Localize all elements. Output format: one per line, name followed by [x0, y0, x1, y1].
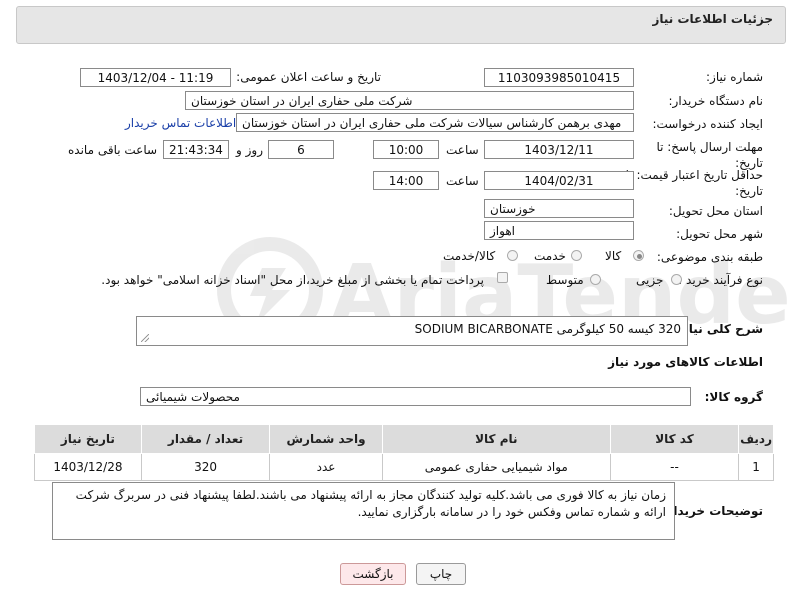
cell-quantity: 320	[140, 453, 271, 481]
requester-field: مهدی برهمن کارشناس سیالات شرکت ملی حفاری…	[236, 113, 634, 132]
announce-datetime-field: 1403/12/04 - 11:19	[80, 68, 231, 87]
city-field: اهواز	[484, 221, 634, 240]
deadline-time-field: 10:00	[373, 140, 439, 159]
buyer-org-field: شرکت ملی حفاری ایران در استان خوزستان	[185, 91, 634, 110]
buyer-notes-text: زمان نیاز به کالا فوری می باشد.کلیه تولی…	[75, 488, 666, 519]
category-option-service: خدمت	[534, 249, 566, 263]
category-radio-goods[interactable]	[633, 250, 644, 261]
purchase-option-minor: جزیی	[636, 273, 664, 287]
requester-label: ایجاد کننده درخواست:	[652, 117, 763, 131]
category-radio-service[interactable]	[571, 250, 582, 261]
col-row-number: ردیف	[738, 424, 774, 454]
days-remaining-field: 6	[268, 140, 334, 159]
validity-time-label: ساعت	[446, 174, 479, 188]
cell-row-number: 1	[738, 453, 774, 481]
purchase-type-label: نوع فرآیند خرید :	[678, 273, 763, 287]
province-field: خوزستان	[484, 199, 634, 218]
city-label: شهر محل تحویل:	[676, 227, 763, 241]
treasury-payment-note: پرداخت تمام یا بخشی از مبلغ خرید،از محل …	[101, 273, 484, 287]
cell-goods-name: مواد شیمیایی حفاری عمومی	[381, 453, 611, 481]
need-number-label: شماره نیاز:	[706, 70, 763, 84]
print-button[interactable]: چاپ	[416, 563, 466, 585]
cell-goods-code: --	[609, 453, 740, 481]
deadline-time-label: ساعت	[446, 143, 479, 157]
province-label: استان محل تحویل:	[668, 204, 763, 218]
category-option-goods-service: کالا/خدمت	[443, 249, 496, 263]
remaining-time-field: 21:43:34	[163, 140, 229, 159]
announce-datetime-label: تاریخ و ساعت اعلان عمومی:	[236, 70, 381, 84]
page-title: جزئیات اطلاعات نیاز	[652, 12, 773, 26]
purchase-option-medium: متوسط	[546, 273, 584, 287]
buyer-contact-link[interactable]: اطلاعات تماس خریدار	[125, 116, 236, 130]
goods-table-header: ردیف کد کالا نام کالا واحد شمارش تعداد /…	[34, 424, 774, 454]
cell-need-date: 1403/12/28	[34, 453, 142, 481]
category-radio-goods-service[interactable]	[507, 250, 518, 261]
table-row: 1 -- مواد شیمیایی حفاری عمومی عدد 320 14…	[34, 453, 774, 481]
category-option-goods: کالا	[605, 249, 622, 263]
goods-table: ردیف کد کالا نام کالا واحد شمارش تعداد /…	[34, 424, 774, 481]
goods-group-label: گروه کالا:	[704, 390, 763, 404]
need-number-field: 1103093985010415	[484, 68, 634, 87]
days-label: روز و	[236, 143, 263, 157]
col-quantity: تعداد / مقدار	[140, 424, 271, 454]
buyer-notes-textarea[interactable]: زمان نیاز به کالا فوری می باشد.کلیه تولی…	[52, 482, 675, 540]
validity-time-field: 14:00	[373, 171, 439, 190]
col-goods-name: نام کالا	[381, 424, 611, 454]
deadline-date-field: 1403/12/11	[484, 140, 634, 159]
resize-handle-icon[interactable]	[141, 334, 149, 342]
description-textarea[interactable]: 320 کیسه 50 کیلوگرمی SODIUM BICARBONATE	[136, 316, 688, 346]
validity-label: حداقل تاریخ اعتبار قیمت: تا تاریخ:	[625, 168, 763, 198]
goods-group-field: محصولات شیمیائی	[140, 387, 691, 406]
cell-unit: عدد	[269, 453, 383, 481]
category-label: طبقه بندی موضوعی:	[656, 250, 763, 264]
goods-info-heading: اطلاعات کالاهای مورد نیاز	[608, 355, 763, 369]
description-text: 320 کیسه 50 کیلوگرمی SODIUM BICARBONATE	[414, 322, 681, 336]
buyer-org-label: نام دستگاه خریدار:	[668, 94, 764, 108]
validity-date-field: 1404/02/31	[484, 171, 634, 190]
description-label: شرح کلی نیاز:	[677, 322, 763, 336]
back-button[interactable]: بازگشت	[340, 563, 406, 585]
col-unit: واحد شمارش	[269, 424, 383, 454]
buyer-notes-label: توضیحات خریدار:	[661, 504, 763, 518]
purchase-radio-minor[interactable]	[671, 274, 682, 285]
purchase-radio-medium[interactable]	[590, 274, 601, 285]
col-goods-code: کد کالا	[609, 424, 740, 454]
remaining-label: ساعت باقی مانده	[68, 143, 158, 157]
col-need-date: تاریخ نیاز	[34, 424, 142, 454]
treasury-payment-checkbox[interactable]	[497, 272, 508, 283]
